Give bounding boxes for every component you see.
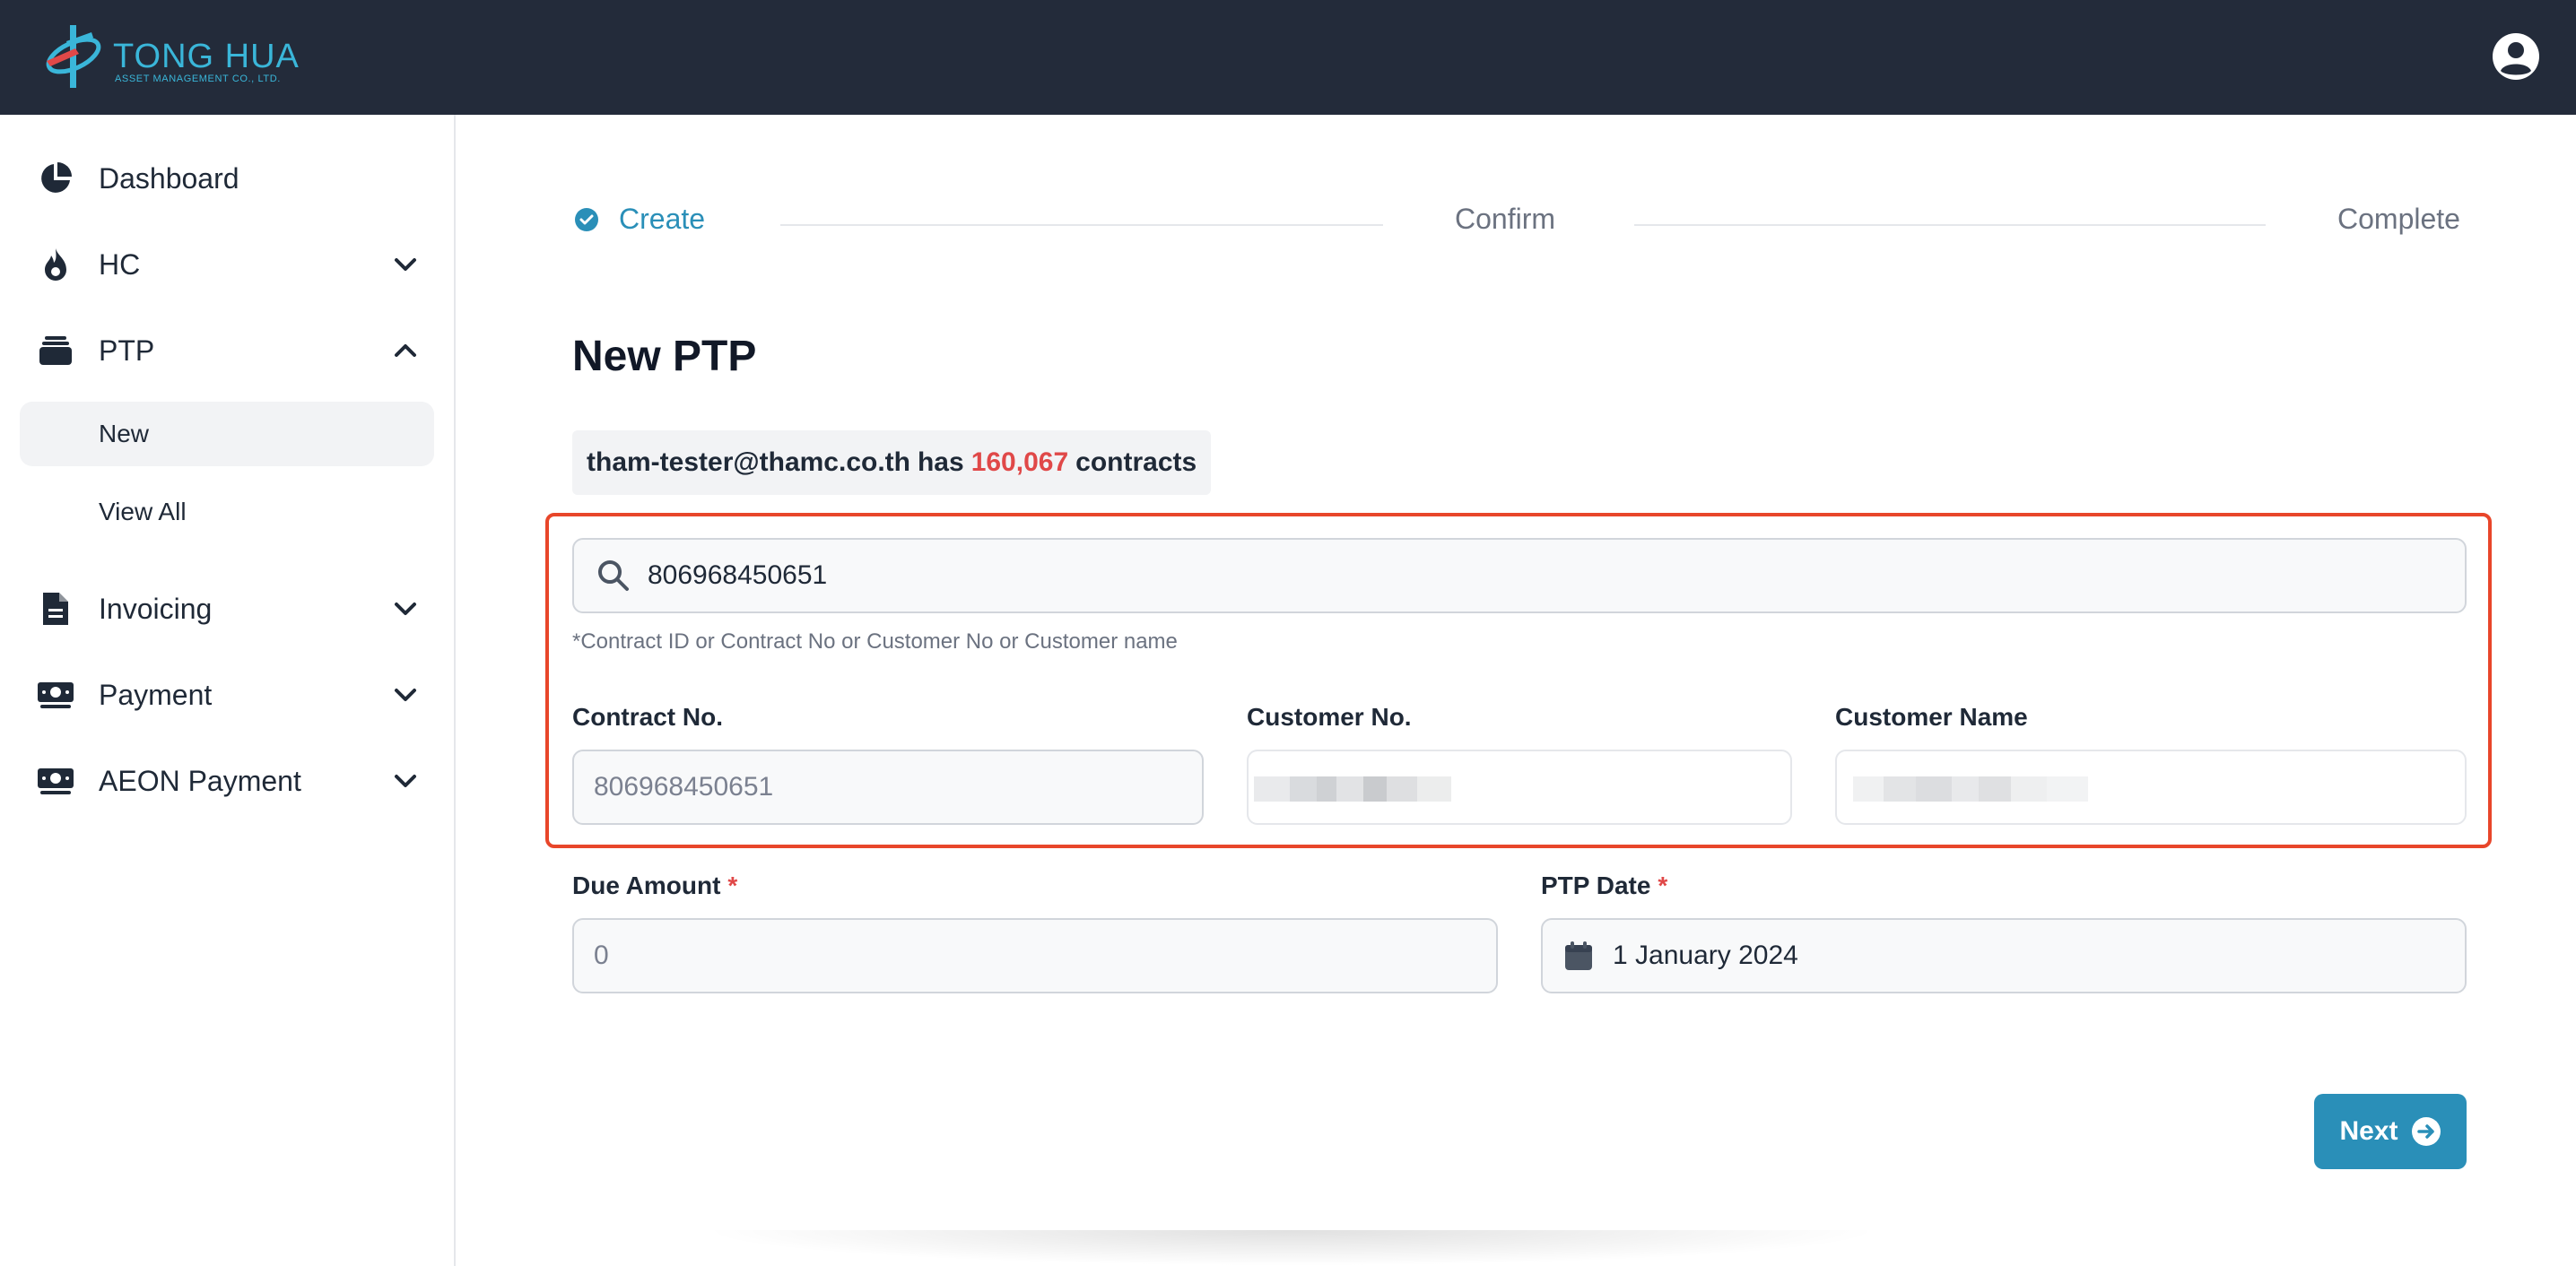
ptp-date-label-text: PTP Date <box>1541 871 1651 899</box>
sidebar-item-label: PTP <box>99 334 155 367</box>
arrow-right-circle-icon <box>2411 1117 2441 1146</box>
step-connector <box>780 224 1383 226</box>
sidebar-item-invoicing[interactable]: Invoicing <box>36 582 422 636</box>
calendar-icon <box>1565 941 1592 970</box>
customer-no-label: Customer No. <box>1247 703 1412 731</box>
sidebar-item-label: HC <box>99 247 141 281</box>
step-connector <box>1634 224 2266 226</box>
required-mark: * <box>727 871 738 899</box>
sidebar-subitem-new[interactable]: New <box>20 402 434 466</box>
sidebar-item-ptp[interactable]: PTP <box>36 324 422 377</box>
top-bar: TONG HUA ASSET MANAGEMENT CO., LTD. <box>0 0 2576 115</box>
step-create-label: Create <box>619 203 706 235</box>
ptp-date-value: 1 January 2024 <box>1613 941 1798 970</box>
sidebar-item-label: Invoicing <box>99 592 213 625</box>
sidebar-item-label: Dashboard <box>99 161 239 195</box>
sidebar: Dashboard HC PTP New View All Invoicing … <box>0 115 456 1266</box>
fire-icon <box>36 245 75 284</box>
step-create: Create <box>574 203 705 236</box>
sidebar-item-label: Payment <box>99 678 213 711</box>
due-amount-label: Due Amount * <box>572 871 737 900</box>
sidebar-item-hc[interactable]: HC <box>36 238 422 291</box>
page-title: New PTP <box>572 333 757 380</box>
contract-no-field[interactable]: 806968450651 <box>572 750 1204 825</box>
logo-mark-icon <box>46 25 101 88</box>
contract-search[interactable] <box>572 538 2467 613</box>
user-email: tham-tester@thamc.co.th <box>587 447 910 477</box>
due-amount-field[interactable]: 0 <box>572 918 1498 993</box>
check-circle-icon <box>575 207 598 231</box>
search-icon <box>598 560 629 591</box>
due-amount-label-text: Due Amount <box>572 871 721 899</box>
logo-title: TONG HUA <box>113 38 300 75</box>
customer-name-field[interactable] <box>1835 750 2467 825</box>
contracts-suffix: contracts <box>1075 447 1197 477</box>
logo-subtitle: ASSET MANAGEMENT CO., LTD. <box>115 74 281 84</box>
chevron-up-icon[interactable] <box>389 334 422 367</box>
banknote-icon <box>36 675 75 715</box>
next-button[interactable]: Next <box>2314 1094 2467 1169</box>
layers-icon <box>36 331 75 370</box>
banknote-icon <box>36 761 75 801</box>
sidebar-item-aeon-payment[interactable]: AEON Payment <box>36 754 422 808</box>
ptp-date-field[interactable]: 1 January 2024 <box>1541 918 2467 993</box>
sidebar-item-dashboard[interactable]: Dashboard <box>36 152 422 205</box>
redacted-value <box>1254 776 1451 802</box>
chevron-down-icon[interactable] <box>389 679 422 711</box>
contracts-count-badge: tham-tester@thamc.co.th has 160,067 cont… <box>572 430 1212 495</box>
step-complete: Complete <box>2337 203 2460 235</box>
required-mark: * <box>1658 871 1668 899</box>
sidebar-subitem-view-all[interactable]: View All <box>20 480 434 544</box>
contract-no-value: 806968450651 <box>594 772 774 802</box>
pie-chart-icon <box>36 159 75 198</box>
customer-no-field[interactable] <box>1247 750 1792 825</box>
customer-name-label: Customer Name <box>1835 703 2028 731</box>
due-amount-value: 0 <box>594 941 609 970</box>
search-hint: *Contract ID or Contract No or Customer … <box>572 629 1178 654</box>
document-icon <box>36 589 75 629</box>
company-logo[interactable]: TONG HUA ASSET MANAGEMENT CO., LTD. <box>39 22 299 93</box>
step-confirm: Confirm <box>1455 203 1556 235</box>
user-circle-icon[interactable] <box>2492 32 2540 81</box>
next-button-label: Next <box>2339 1116 2398 1146</box>
chevron-down-icon[interactable] <box>389 765 422 797</box>
chevron-down-icon[interactable] <box>389 248 422 281</box>
contract-no-label: Contract No. <box>572 703 723 731</box>
ptp-date-label: PTP Date * <box>1541 871 1667 900</box>
sidebar-item-payment[interactable]: Payment <box>36 668 422 722</box>
sidebar-item-label: AEON Payment <box>99 764 301 797</box>
search-input[interactable] <box>648 549 2352 603</box>
bottom-shadow <box>700 1230 1884 1266</box>
redacted-value <box>1853 776 2088 802</box>
contract-count: 160,067 <box>970 447 1069 477</box>
has-text: has <box>917 447 964 477</box>
chevron-down-icon[interactable] <box>389 593 422 625</box>
